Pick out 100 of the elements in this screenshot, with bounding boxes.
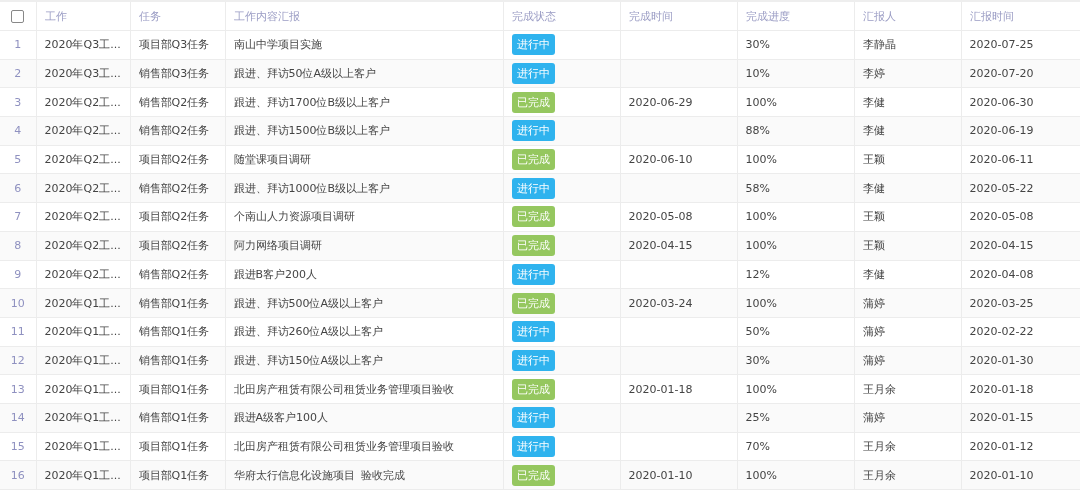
- status-badge: 进行中: [511, 407, 555, 429]
- row-number: 4: [14, 124, 22, 138]
- status-badge: 已完成: [511, 149, 555, 171]
- status-badge: 进行中: [511, 349, 555, 371]
- table-cell: 2020年Q2工...: [44, 153, 121, 167]
- table-cell: 跟进B客户200人: [233, 267, 318, 281]
- table-cell: 2020年Q1工...: [44, 353, 121, 367]
- column-header[interactable]: 汇报时间: [969, 9, 1014, 23]
- table-cell: 2020-06-10: [628, 153, 693, 167]
- table-cell: 王颖: [862, 239, 885, 253]
- row-number: 8: [14, 239, 22, 253]
- table-cell: 蒲婷: [862, 353, 885, 367]
- table-cell: 销售部Q3任务: [138, 67, 210, 81]
- table-cell: 王颖: [862, 210, 885, 224]
- row-number: 16: [10, 468, 25, 482]
- table-cell: 2020-01-30: [969, 353, 1034, 367]
- table-cell: 2020-01-18: [969, 382, 1034, 396]
- table-cell: 跟进、拜访1700位B级以上客户: [233, 95, 391, 109]
- table-cell: 2020年Q2工...: [44, 124, 121, 138]
- table-cell: 项目部Q1任务: [138, 439, 210, 453]
- table-cell: 30%: [745, 38, 770, 52]
- column-header[interactable]: 工作: [44, 9, 67, 23]
- table-cell: 王颖: [862, 153, 885, 167]
- table-cell: 南山中学项目实施: [233, 38, 322, 52]
- status-badge: 已完成: [511, 206, 555, 228]
- table-cell: 销售部Q1任务: [138, 353, 210, 367]
- column-header[interactable]: 完成状态: [511, 9, 556, 23]
- row-number: 6: [14, 181, 22, 195]
- table-cell: 30%: [745, 353, 770, 367]
- table-cell: 2020年Q1工...: [44, 296, 121, 310]
- table-cell: 销售部Q2任务: [138, 95, 210, 109]
- table-cell: 2020-04-15: [969, 239, 1034, 253]
- status-badge: 进行中: [511, 63, 555, 85]
- table-cell: 2020-03-24: [628, 296, 693, 310]
- status-badge: 已完成: [511, 464, 555, 486]
- table-cell: 100%: [745, 296, 777, 310]
- table-cell: 2020年Q2工...: [44, 210, 121, 224]
- table-cell: 李健: [862, 181, 885, 195]
- table-cell: 58%: [745, 181, 770, 195]
- table-cell: 2020-05-08: [969, 210, 1034, 224]
- row-number: 3: [14, 95, 22, 109]
- column-header[interactable]: 完成进度: [745, 9, 790, 23]
- table-cell: 跟进、拜访260位A级以上客户: [233, 325, 384, 339]
- table-cell: 2020年Q1工...: [44, 382, 121, 396]
- table-cell: 2020-03-25: [969, 296, 1034, 310]
- table-cell: 2020年Q2工...: [44, 239, 121, 253]
- table-cell: 100%: [745, 210, 777, 224]
- table-cell: 跟进、拜访150位A级以上客户: [233, 353, 384, 367]
- table-cell: 跟进、拜访1000位B级以上客户: [233, 181, 391, 195]
- table-cell: 100%: [745, 468, 777, 482]
- table-cell: 2020年Q1工...: [44, 411, 121, 425]
- select-all-checkbox[interactable]: [11, 9, 25, 23]
- table-cell: 2020-04-15: [628, 239, 693, 253]
- column-header[interactable]: 完成时间: [628, 9, 673, 23]
- column-header[interactable]: 汇报人: [862, 9, 896, 23]
- table-cell: 北田房产租赁有限公司租赁业务管理项目验收: [233, 439, 454, 453]
- status-badge: 已完成: [511, 91, 555, 113]
- row-number: 15: [10, 439, 25, 453]
- table-cell: 项目部Q1任务: [138, 382, 210, 396]
- table-cell: 销售部Q1任务: [138, 411, 210, 425]
- table-cell: 2020年Q3工...: [44, 38, 121, 52]
- table-cell: 2020年Q3工...: [44, 67, 121, 81]
- table-cell: 2020-07-25: [969, 38, 1034, 52]
- table-cell: 王月余: [862, 439, 896, 453]
- row-number: 5: [14, 153, 22, 167]
- table-cell: 25%: [745, 411, 770, 425]
- table-cell: 蒲婷: [862, 411, 885, 425]
- table-cell: 100%: [745, 239, 777, 253]
- table-cell: 2020-04-08: [969, 267, 1034, 281]
- table-cell: 2020年Q1工...: [44, 325, 121, 339]
- table-cell: 2020-01-10: [969, 468, 1034, 482]
- row-number: 9: [14, 267, 22, 281]
- table-cell: 项目部Q2任务: [138, 239, 210, 253]
- table-cell: 2020-01-18: [628, 382, 693, 396]
- table-cell: 2020-06-30: [969, 95, 1034, 109]
- table-cell: 跟进A级客户100人: [233, 411, 329, 425]
- table-cell: 2020-02-22: [969, 325, 1034, 339]
- table-cell: 华府太行信息化设施项目 验收完成: [233, 468, 406, 482]
- column-header[interactable]: 工作内容汇报: [233, 9, 300, 23]
- table-cell: 销售部Q2任务: [138, 124, 210, 138]
- table-cell: 销售部Q1任务: [138, 325, 210, 339]
- table-cell: 2020-07-20: [969, 67, 1034, 81]
- table-cell: 北田房产租赁有限公司租赁业务管理项目验收: [233, 382, 454, 396]
- table-cell: 2020-01-15: [969, 411, 1034, 425]
- table-cell: 2020-01-12: [969, 439, 1034, 453]
- table-cell: 100%: [745, 95, 777, 109]
- row-number: 10: [10, 296, 25, 310]
- table-cell: 10%: [745, 67, 770, 81]
- column-header[interactable]: 任务: [138, 9, 161, 23]
- table-cell: 项目部Q2任务: [138, 210, 210, 224]
- table-cell: 100%: [745, 153, 777, 167]
- table-cell: 88%: [745, 124, 770, 138]
- table-cell: 销售部Q2任务: [138, 181, 210, 195]
- table-cell: 12%: [745, 267, 770, 281]
- table-cell: 2020-06-11: [969, 153, 1034, 167]
- table-cell: 阿力网络项目调研: [233, 239, 322, 253]
- table-cell: 项目部Q2任务: [138, 153, 210, 167]
- status-badge: 已完成: [511, 378, 555, 400]
- table-cell: 2020年Q2工...: [44, 181, 121, 195]
- table-cell: 2020年Q1工...: [44, 468, 121, 482]
